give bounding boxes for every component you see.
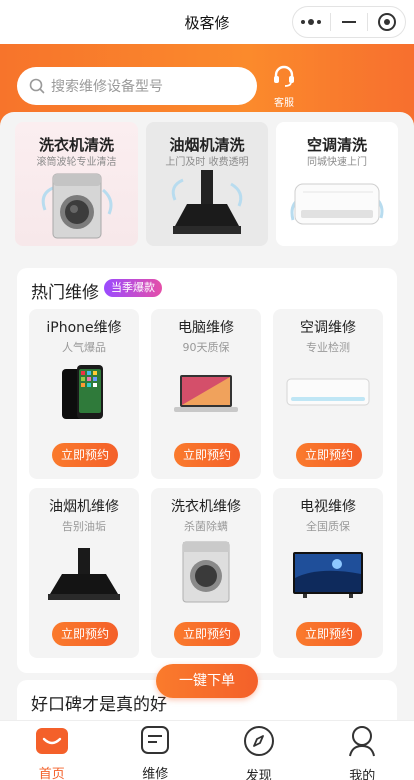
book-now-button[interactable]: 立即预约 bbox=[52, 622, 118, 646]
tab-repair[interactable]: 维修 bbox=[104, 721, 208, 780]
service-subtitle: 专业检测 bbox=[306, 341, 350, 354]
tab-label: 首页 bbox=[38, 767, 65, 780]
service-subtitle: 杀菌除螨 bbox=[184, 520, 228, 533]
top-bar: 极客修 bbox=[0, 0, 414, 44]
service-title: 电脑维修 bbox=[178, 320, 234, 336]
reviews-title: 好口碑才是真的好 bbox=[31, 695, 167, 715]
air-conditioner-image bbox=[289, 170, 385, 244]
compass-icon bbox=[243, 725, 275, 761]
washing-machine-image bbox=[39, 170, 115, 246]
tab-label: 发现 bbox=[245, 769, 272, 780]
washing-machine-image bbox=[179, 538, 233, 608]
customer-service-button[interactable]: 客服 bbox=[266, 64, 302, 109]
promo-card-washer-clean[interactable]: 洗衣机清洗 滚筒波轮专业清洁 bbox=[15, 122, 138, 246]
service-subtitle: 告别油垢 bbox=[62, 520, 106, 533]
service-title: 油烟机维修 bbox=[49, 499, 119, 515]
promo-title: 空调清洗 bbox=[306, 136, 367, 154]
service-card-tv[interactable]: 电视维修 全国质保 立即预约 bbox=[273, 488, 383, 658]
more-dots-icon[interactable] bbox=[293, 7, 330, 37]
profile-icon bbox=[347, 725, 377, 761]
service-title: 洗衣机维修 bbox=[171, 499, 241, 515]
promo-subtitle: 上门及时 收费透明 bbox=[165, 157, 249, 168]
service-subtitle: 人气爆品 bbox=[62, 341, 106, 354]
promo-card-hood-clean[interactable]: 油烟机清洗 上门及时 收费透明 bbox=[146, 122, 268, 246]
season-badge: 当季爆款 bbox=[104, 279, 162, 297]
search-placeholder: 搜索维修设备型号 bbox=[51, 79, 163, 95]
tab-home[interactable]: 首页 bbox=[0, 721, 104, 780]
minimize-icon[interactable] bbox=[331, 7, 368, 37]
service-card-ac[interactable]: 空调维修 专业检测 立即预约 bbox=[273, 309, 383, 479]
book-now-button[interactable]: 立即预约 bbox=[296, 622, 362, 646]
service-title: 电视维修 bbox=[300, 499, 356, 515]
section-title: 热门维修 bbox=[31, 283, 99, 303]
bottom-navigation: 首页 维修 发现 我的 bbox=[0, 720, 414, 780]
air-conditioner-image bbox=[285, 359, 371, 429]
customer-service-label: 客服 bbox=[274, 98, 294, 109]
service-card-laptop[interactable]: 电脑维修 90天质保 立即预约 bbox=[151, 309, 261, 479]
search-icon bbox=[29, 78, 45, 94]
repair-list-icon bbox=[140, 725, 170, 759]
mini-program-capsule bbox=[292, 6, 406, 38]
promo-card-ac-clean[interactable]: 空调清洗 同城快速上门 bbox=[276, 122, 398, 246]
tab-label: 我的 bbox=[349, 769, 376, 780]
promo-subtitle: 滚筒波轮专业清洁 bbox=[36, 157, 117, 168]
promo-title: 油烟机清洗 bbox=[169, 136, 245, 154]
book-now-button[interactable]: 立即预约 bbox=[174, 622, 240, 646]
tab-profile[interactable]: 我的 bbox=[311, 721, 414, 780]
book-now-button[interactable]: 立即预约 bbox=[52, 443, 118, 467]
tv-image bbox=[289, 538, 367, 608]
search-bar[interactable]: 搜索维修设备型号 bbox=[17, 67, 257, 105]
tab-discover[interactable]: 发现 bbox=[207, 721, 311, 780]
promo-subtitle: 同城快速上门 bbox=[307, 157, 367, 168]
service-title: 空调维修 bbox=[300, 320, 356, 336]
home-icon bbox=[35, 725, 69, 759]
service-card-iphone[interactable]: iPhone维修 人气爆品 立即预约 bbox=[29, 309, 139, 479]
promo-title: 洗衣机清洗 bbox=[38, 136, 114, 154]
laptop-image bbox=[170, 359, 242, 429]
service-card-hood[interactable]: 油烟机维修 告别油垢 立即预约 bbox=[29, 488, 139, 658]
book-now-button[interactable]: 立即预约 bbox=[174, 443, 240, 467]
service-subtitle: 全国质保 bbox=[306, 520, 350, 533]
iphone-image bbox=[59, 359, 109, 429]
service-title: iPhone维修 bbox=[46, 320, 122, 336]
headset-icon bbox=[272, 64, 296, 92]
service-card-washer[interactable]: 洗衣机维修 杀菌除螨 立即预约 bbox=[151, 488, 261, 658]
tab-label: 维修 bbox=[142, 767, 169, 780]
range-hood-image bbox=[167, 170, 247, 246]
hot-repair-section: 热门维修 当季爆款 iPhone维修 人气爆品 立即预约 电脑维修 90天质保 bbox=[17, 268, 397, 673]
service-subtitle: 90天质保 bbox=[182, 341, 230, 354]
target-close-icon[interactable] bbox=[368, 7, 405, 37]
range-hood-image bbox=[46, 538, 122, 608]
book-now-button[interactable]: 立即预约 bbox=[296, 443, 362, 467]
one-click-order-button[interactable]: 一键下单 bbox=[156, 664, 258, 698]
